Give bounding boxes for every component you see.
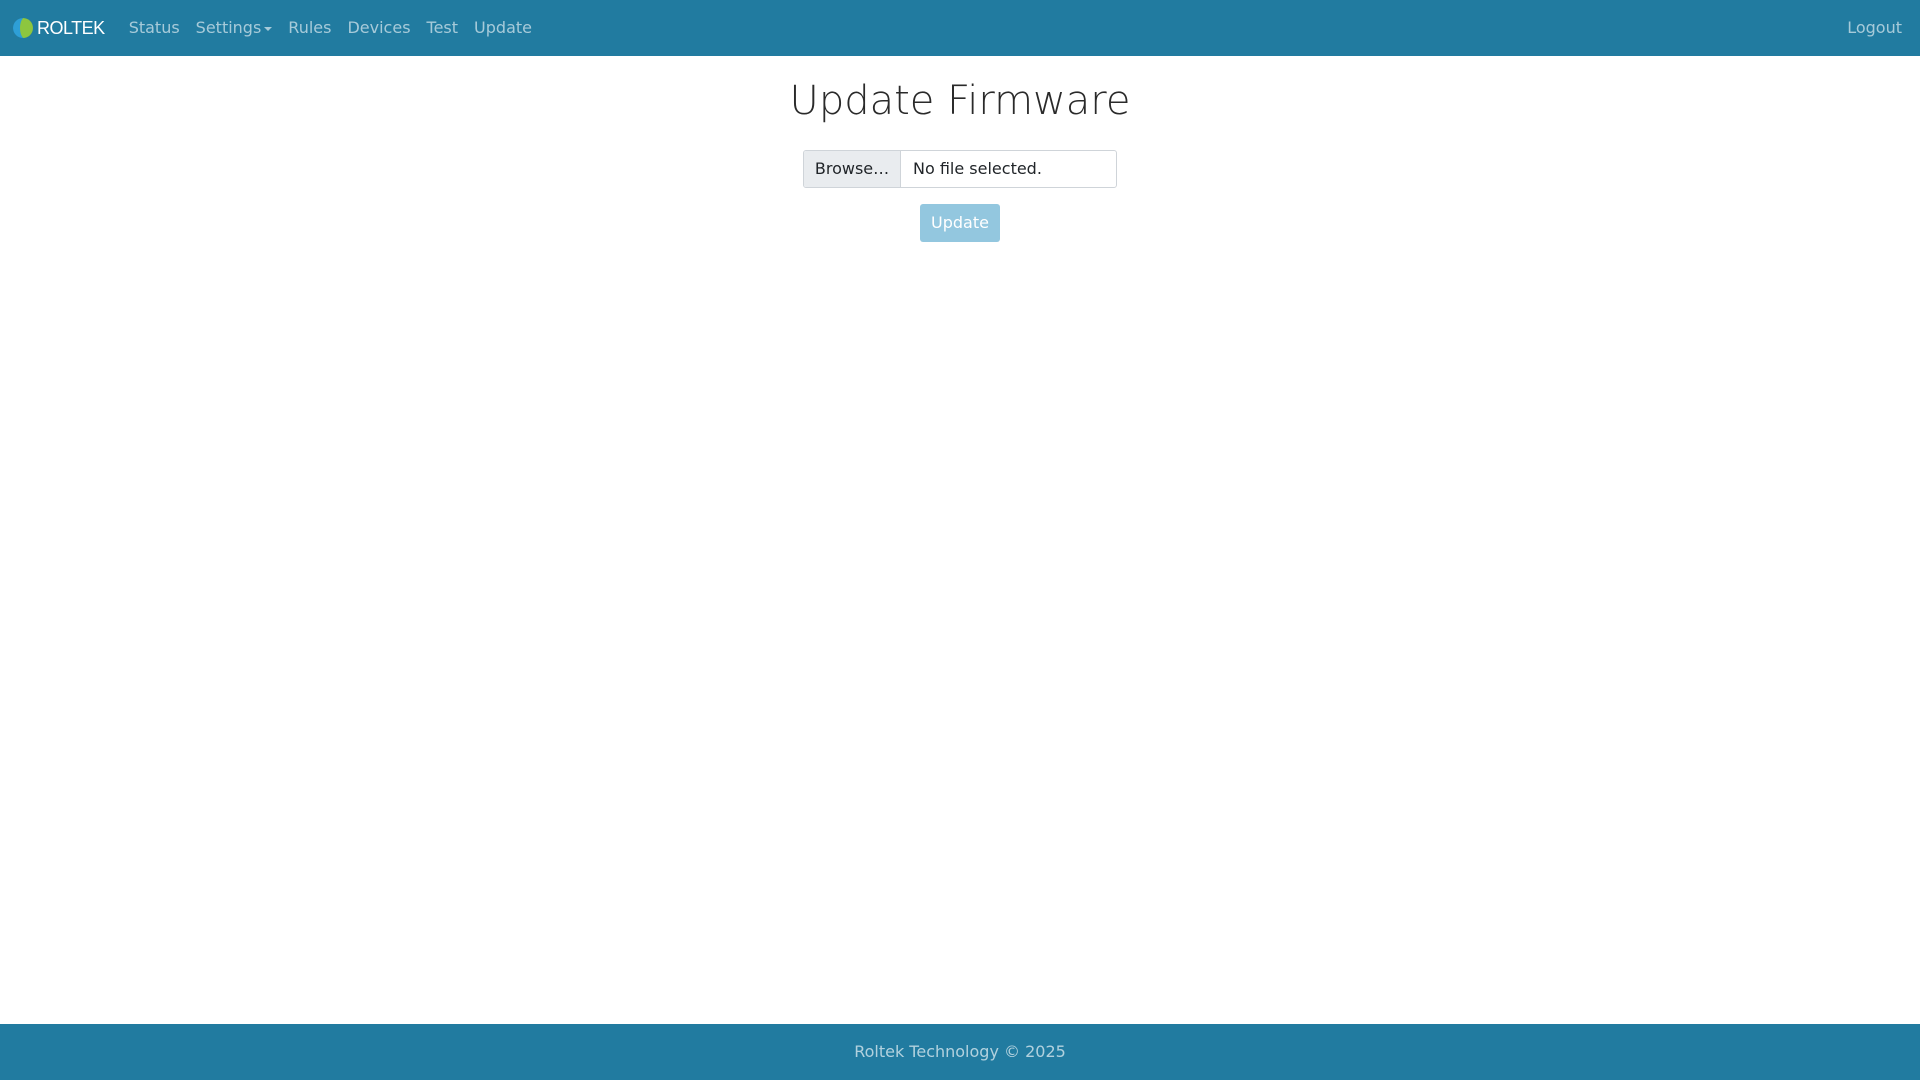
nav-links: Status Settings Rules Devices Test Updat…: [121, 0, 540, 56]
footer: Roltek Technology © 2025: [0, 1024, 1920, 1080]
nav-rules[interactable]: Rules: [280, 0, 339, 56]
nav-update[interactable]: Update: [466, 0, 540, 56]
nav-status[interactable]: Status: [121, 0, 188, 56]
page-title: Update Firmware: [789, 78, 1131, 124]
roltek-logo-icon: [13, 18, 33, 38]
brand[interactable]: ROLTEK: [12, 17, 105, 39]
file-status-label: No file selected.: [913, 159, 1042, 178]
caret-down-icon: [264, 26, 273, 31]
footer-text: Roltek Technology © 2025: [854, 1042, 1066, 1061]
navbar: ROLTEK Status Settings Rules Devices Tes…: [0, 0, 1920, 56]
update-button[interactable]: Update: [920, 204, 1000, 242]
nav-devices[interactable]: Devices: [339, 0, 418, 56]
main-content: Update Firmware Browse… No file selected…: [0, 56, 1920, 1024]
nav-settings-dropdown[interactable]: Settings: [188, 0, 281, 56]
logout-link[interactable]: Logout: [1839, 0, 1910, 56]
firmware-file-input[interactable]: Browse… No file selected.: [803, 150, 1117, 188]
nav-settings-label: Settings: [195, 18, 262, 37]
brand-name: ROLTEK: [37, 17, 105, 38]
page: ROLTEK Status Settings Rules Devices Tes…: [0, 0, 1920, 1080]
browse-button[interactable]: Browse…: [804, 151, 901, 187]
nav-test[interactable]: Test: [419, 0, 467, 56]
nav-right: Logout: [1839, 0, 1910, 56]
